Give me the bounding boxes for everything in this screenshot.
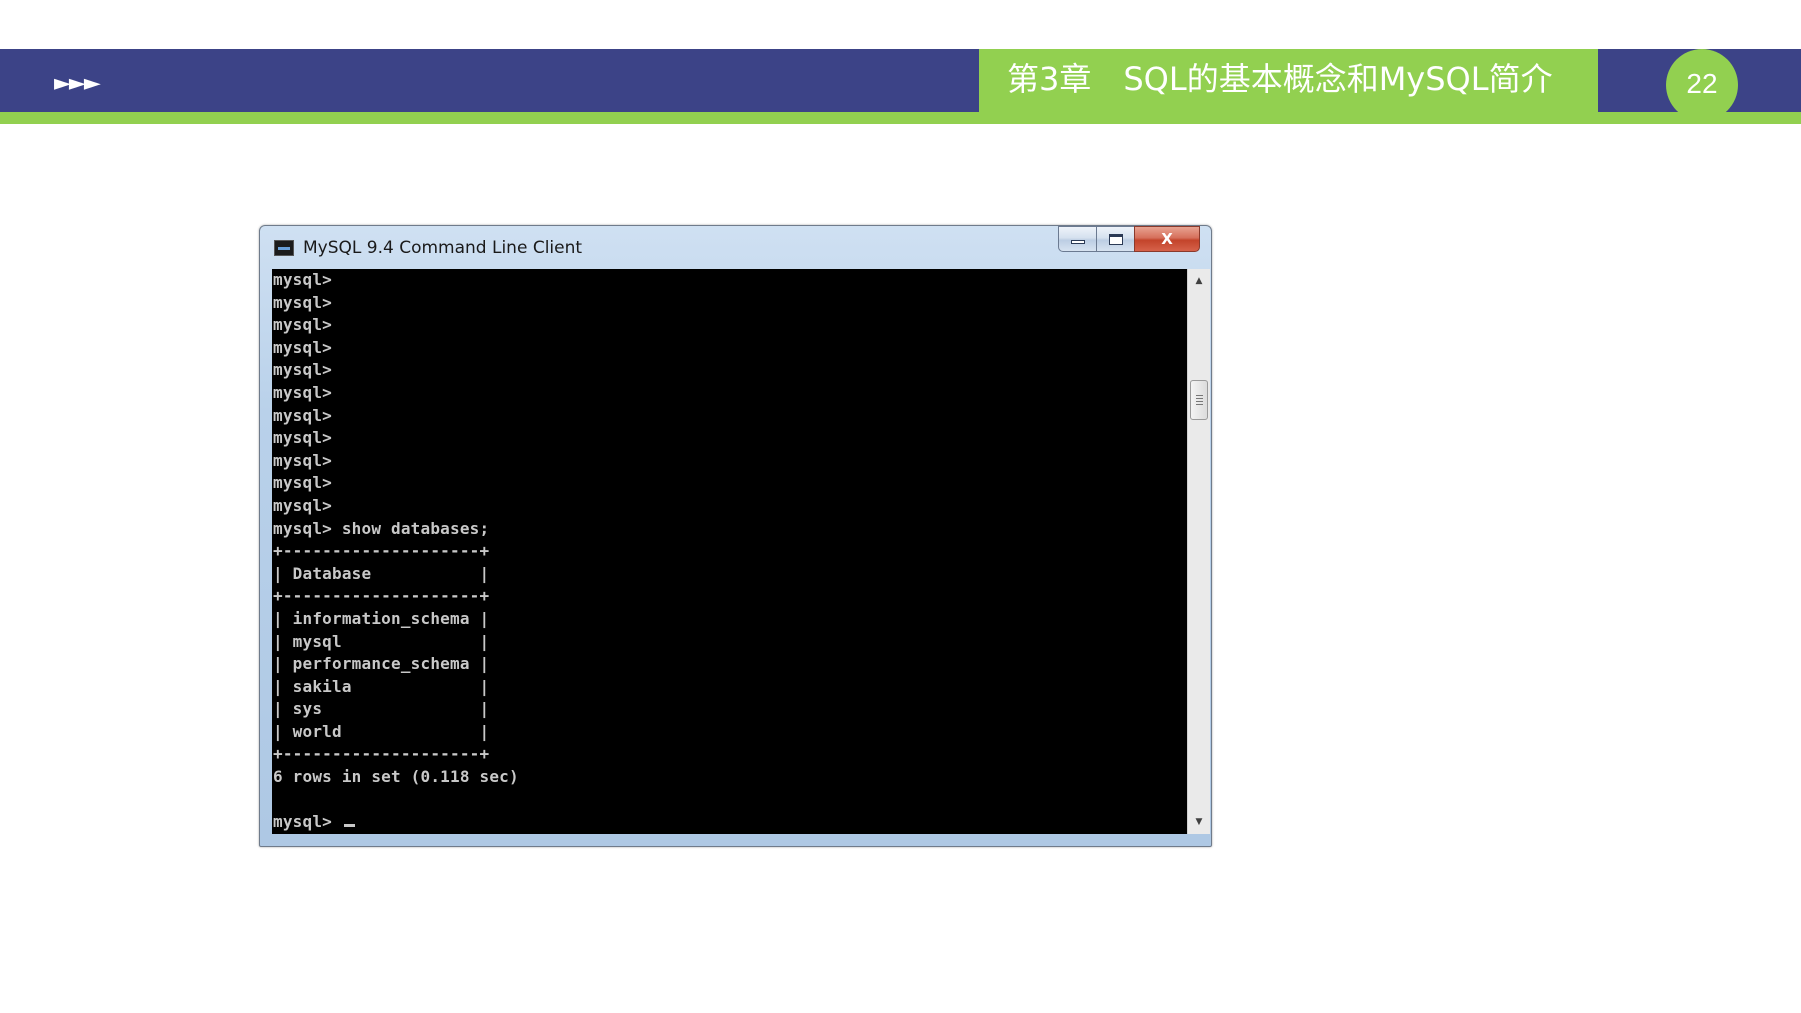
console-output[interactable]: mysql> mysql> mysql> mysql> mysql> mysql… [272, 269, 1187, 834]
console-line: +--------------------+ [273, 744, 490, 764]
maximize-icon [1108, 233, 1123, 245]
console-line: mysql> [273, 495, 332, 515]
console-line: +--------------------+ [273, 586, 490, 606]
chapter-title: 第3章 SQL的基本概念和MySQL简介 [1007, 60, 1553, 98]
console-line: mysql> show databases; [273, 518, 490, 538]
text-cursor [343, 824, 355, 828]
console-line: mysql> [273, 428, 332, 448]
scroll-down-icon: ▼ [1195, 817, 1203, 827]
console-line: mysql> [273, 405, 332, 425]
minimize-button[interactable] [1058, 226, 1096, 252]
header-accent-line [0, 112, 1801, 124]
page-number-badge: 22 [1666, 49, 1738, 121]
console-line: | sakila | [273, 676, 490, 696]
console-line: | sys | [273, 699, 490, 719]
console-line: mysql> [273, 382, 332, 402]
maximize-button[interactable] [1096, 226, 1134, 252]
nav-arrows-icon: ►►► [54, 71, 101, 96]
window-titlebar[interactable]: MySQL 9.4 Command Line Client X [260, 226, 1211, 268]
chapter-title-box: 第3章 SQL的基本概念和MySQL简介 [979, 49, 1598, 112]
console-line: 6 rows in set (0.118 sec) [273, 767, 519, 787]
scroll-thumb[interactable] [1190, 380, 1208, 420]
scroll-down-button[interactable]: ▼ [1188, 812, 1210, 832]
console-line: | world | [273, 721, 490, 741]
vertical-scrollbar[interactable]: ▲ ▼ [1187, 269, 1210, 834]
console-line: mysql> [273, 292, 332, 312]
console-text: mysql> mysql> mysql> mysql> mysql> mysql… [272, 269, 1187, 834]
grip-icon [1196, 395, 1203, 405]
minimize-icon [1070, 240, 1085, 244]
console-line: | mysql | [273, 631, 490, 651]
console-line: mysql> [273, 812, 342, 832]
mysql-client-window: MySQL 9.4 Command Line Client X mysql> m… [259, 225, 1212, 847]
console-line: +--------------------+ [273, 541, 490, 561]
caption-buttons: X [1058, 226, 1200, 252]
console-line: | Database | [273, 563, 490, 583]
page-number: 22 [1686, 68, 1718, 99]
scroll-up-icon: ▲ [1195, 276, 1203, 286]
console-line: mysql> [273, 270, 332, 289]
scroll-up-button[interactable]: ▲ [1188, 271, 1210, 291]
console-line: | performance_schema | [273, 654, 490, 674]
mysql-console-icon [274, 240, 294, 256]
console-line: mysql> [273, 473, 332, 493]
console-line: mysql> [273, 337, 332, 357]
close-icon: X [1161, 230, 1173, 248]
console-line: | information_schema | [273, 608, 490, 628]
console-line: mysql> [273, 315, 332, 335]
window-title: MySQL 9.4 Command Line Client [303, 238, 583, 258]
console-line: mysql> [273, 450, 332, 470]
close-button[interactable]: X [1134, 226, 1200, 252]
console-line: mysql> [273, 360, 332, 380]
